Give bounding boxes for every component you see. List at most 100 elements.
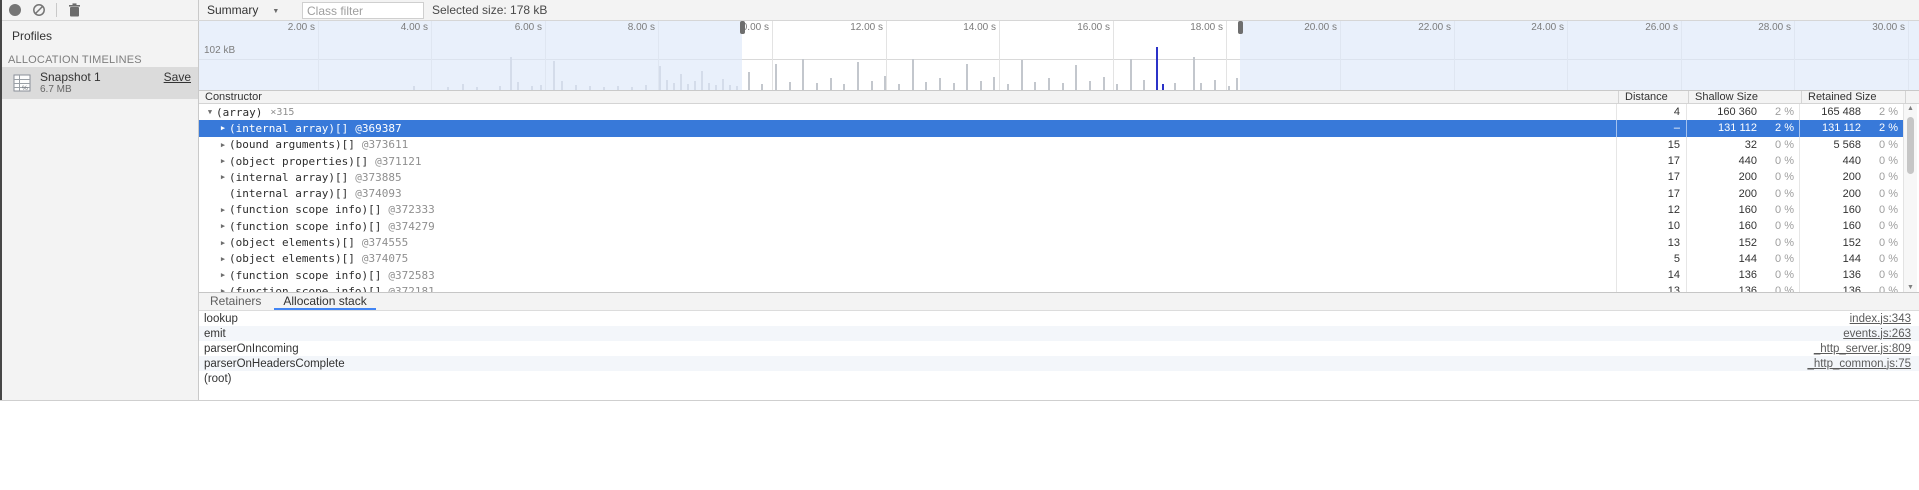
shallow-size-percent: 0 % [1757,253,1799,265]
tree-expander-icon[interactable]: ▶ [217,206,229,214]
allocation-bar [1193,57,1195,90]
perspective-select[interactable]: Summary▼ [207,0,279,20]
tree-expander-icon[interactable]: ▶ [217,271,229,279]
distance-cell: 12 [1616,202,1686,218]
shallow-size-percent: 0 % [1757,204,1799,216]
constructor-cell: ▶(function scope info)[]@372583 [199,267,1616,283]
ruler-gridline [1113,20,1114,90]
table-row[interactable]: ▶(object elements)[]@374555131520 %1520 … [199,234,1903,250]
table-row[interactable]: ▶(function scope info)[]@372181131360 %1… [199,283,1903,292]
constructor-name: (array) [216,106,262,119]
shallow-size-cell: 160 3602 % [1686,104,1799,120]
scrollbar-down-icon[interactable]: ▼ [1904,284,1917,291]
trash-icon[interactable] [68,3,81,22]
tree-expander-icon[interactable]: ▼ [204,108,216,116]
shallow-size-cell: 2000 % [1686,185,1799,201]
retained-size-value: 136 [1800,285,1861,292]
retained-size-value: 165 488 [1800,106,1861,118]
distance-cell: 5 [1616,251,1686,267]
tree-expander-icon[interactable]: ▶ [217,157,229,165]
table-row[interactable]: ▶(bound arguments)[]@37361115320 %5 5680… [199,137,1903,153]
allocation-bar [953,83,955,90]
retained-size-value: 131 112 [1800,122,1861,134]
stack-frame-source-link[interactable]: events.js:263 [1843,328,1919,340]
class-filter-input[interactable] [302,2,424,19]
memory-panel: Summary▼ Selected size: 178 kB Profiles … [0,0,1919,490]
object-count: ×315 [270,107,294,118]
retained-size-value: 152 [1800,237,1861,249]
retained-size-percent: 0 % [1861,220,1903,232]
retained-size-percent: 0 % [1861,204,1903,216]
tab-retainers[interactable]: Retainers [199,293,272,310]
allocation-bar [993,77,995,90]
shallow-size-percent: 0 % [1757,269,1799,281]
tab-allocation-stack[interactable]: Allocation stack [272,293,377,310]
table-row[interactable]: ▶(internal array)[]@369387–131 1122 %131… [199,120,1903,136]
retained-size-cell: 1440 % [1799,251,1903,267]
shallow-size-cell: 1520 % [1686,234,1799,250]
stack-frame-source-link[interactable]: _http_server.js:809 [1814,343,1919,355]
tree-expander-icon[interactable]: ▶ [217,173,229,181]
object-id: @369387 [355,122,401,135]
scrollbar-thumb[interactable] [1907,117,1914,174]
table-row[interactable]: ▶(object properties)[]@371121174400 %440… [199,153,1903,169]
save-link[interactable]: Save [164,70,191,84]
table-row[interactable]: ▶(function scope info)[]@372333121600 %1… [199,202,1903,218]
table-row[interactable]: (internal array)[]@374093172000 %2000 % [199,185,1903,201]
selection-handle-right[interactable] [1238,21,1243,34]
tree-expander-icon[interactable]: ▶ [217,239,229,247]
allocation-bar [1034,82,1036,90]
stack-frame-function: lookup [199,313,1850,325]
scrollbar-up-icon[interactable]: ▲ [1904,105,1917,112]
shallow-size-cell: 320 % [1686,137,1799,153]
selection-handle-left[interactable] [740,21,745,34]
ruler-label: 26.00 s [1598,22,1678,33]
column-header-constructor[interactable]: Constructor [199,91,1618,103]
allocation-bar [1130,59,1132,90]
record-button[interactable] [9,4,21,16]
ruler-gridline [1226,20,1227,90]
allocation-bar [912,59,914,90]
table-row[interactable]: ▼(array)×3154160 3602 %165 4882 % [199,104,1903,120]
table-row[interactable]: ▶(internal array)[]@373885172000 %2000 % [199,169,1903,185]
retained-size-value: 440 [1800,155,1861,167]
retained-size-percent: 0 % [1861,171,1903,183]
tree-expander-icon[interactable]: ▶ [217,141,229,149]
grid-scrollbar[interactable]: ▲ ▼ [1903,104,1917,292]
ruler-label: 24.00 s [1484,22,1564,33]
table-row[interactable]: ▶(object elements)[]@37407551440 %1440 % [199,251,1903,267]
constructor-name: (function scope info)[] [229,269,381,282]
allocation-bar [1048,78,1050,90]
shallow-size-cell: 1600 % [1686,202,1799,218]
column-header-distance[interactable]: Distance [1618,91,1688,103]
tab-allocation-stack-label: Allocation stack [283,294,366,308]
sidebar-item-snapshot-1[interactable]: % Snapshot 1 6.7 MB Save [0,67,198,99]
constructor-cell: ▶(object elements)[]@374555 [199,234,1616,250]
constructor-name: (object elements)[] [229,252,355,265]
stack-frame-source-link[interactable]: _http_common.js:75 [1807,358,1919,370]
tree-expander-icon[interactable]: ▶ [217,255,229,263]
tree-expander-icon[interactable]: ▶ [217,124,229,132]
column-header-retained-size[interactable]: Retained Size [1801,91,1905,103]
allocation-bar [857,62,859,90]
clear-icon[interactable] [32,3,46,22]
object-id: @372181 [388,285,434,292]
stack-frame-row: parserOnIncoming_http_server.js:809 [199,341,1919,356]
shallow-size-value: 200 [1687,188,1757,200]
object-id: @373611 [362,138,408,151]
tree-expander-icon[interactable]: ▶ [217,222,229,230]
retained-size-percent: 0 % [1861,237,1903,249]
stack-frame-source-link[interactable]: index.js:343 [1850,313,1919,325]
table-row[interactable]: ▶(function scope info)[]@374279101600 %1… [199,218,1903,234]
object-id: @374075 [362,252,408,265]
retained-size-cell: 5 5680 % [1799,137,1903,153]
snapshot-title: Snapshot 1 [40,70,101,84]
allocation-bar [816,83,818,90]
allocation-timeline-overview[interactable]: 102 kB 2.00 s4.00 s6.00 s8.00 s10.00 s12… [199,20,1919,90]
profiles-sidebar: Profiles ALLOCATION TIMELINES % Snapshot… [0,20,199,400]
constructor-cell: ▶(function scope info)[]@372333 [199,202,1616,218]
retained-size-percent: 0 % [1861,269,1903,281]
column-header-shallow-size[interactable]: Shallow Size [1688,91,1801,103]
table-row[interactable]: ▶(function scope info)[]@372583141360 %1… [199,267,1903,283]
ruler-label: 4.00 s [348,22,428,33]
